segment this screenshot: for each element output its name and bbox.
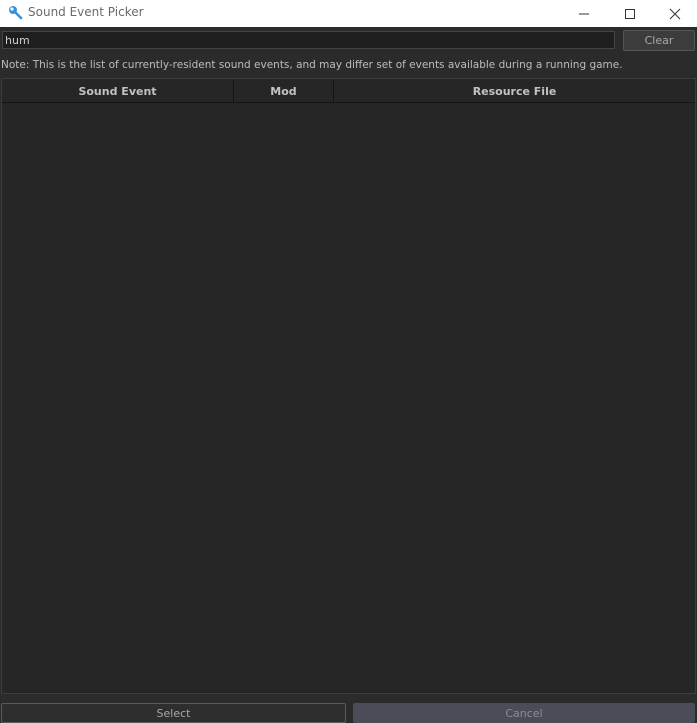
sound-event-table[interactable]: Sound Event Mod Resource File [1,78,696,694]
table-header: Sound Event Mod Resource File [2,80,695,103]
cancel-button[interactable]: Cancel [353,703,695,723]
column-header-mod[interactable]: Mod [234,80,334,102]
minimize-button[interactable] [561,0,607,27]
note-text: Note: This is the list of currently-resi… [1,59,623,71]
minimize-icon [579,13,589,14]
clear-button[interactable]: Clear [623,30,695,51]
close-button[interactable] [652,0,697,27]
column-header-sound-event[interactable]: Sound Event [2,80,234,102]
search-input[interactable] [2,31,615,49]
column-header-resource-file[interactable]: Resource File [334,80,695,102]
title-bar: Sound Event Picker [0,0,697,27]
wrench-icon [8,5,23,20]
maximize-icon [625,8,635,19]
window-title: Sound Event Picker [28,5,144,19]
select-button[interactable]: Select [1,703,346,723]
close-icon [669,8,681,19]
maximize-button[interactable] [607,0,653,27]
